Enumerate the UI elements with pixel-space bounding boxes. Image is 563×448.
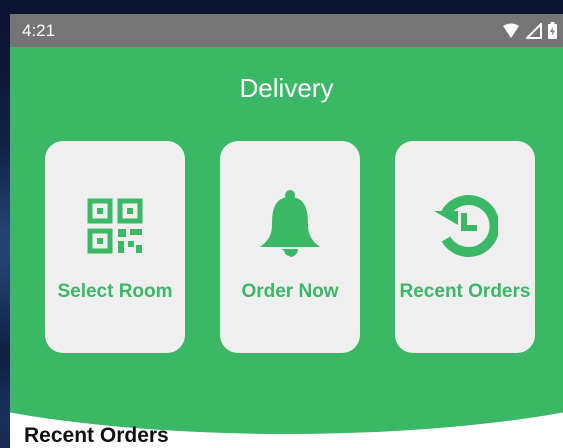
page-title: Delivery bbox=[239, 73, 334, 103]
status-time: 4:21 bbox=[22, 21, 56, 40]
history-icon bbox=[395, 191, 535, 261]
order-now-card[interactable]: Order Now bbox=[220, 141, 360, 353]
battery-charging-icon bbox=[548, 22, 557, 39]
app-window: 4:21 Delivery Select Room Order Now Rece… bbox=[10, 14, 563, 448]
recent-orders-heading: Recent Orders bbox=[24, 424, 169, 447]
qr-code-icon bbox=[45, 191, 185, 261]
recent-orders-label: Recent Orders bbox=[399, 281, 531, 302]
recent-orders-card[interactable]: Recent Orders bbox=[395, 141, 535, 353]
status-icons bbox=[502, 22, 557, 39]
signal-icon bbox=[526, 22, 542, 39]
select-room-card[interactable]: Select Room bbox=[45, 141, 185, 353]
wifi-icon bbox=[503, 23, 519, 38]
bell-icon bbox=[220, 190, 360, 261]
order-now-label: Order Now bbox=[241, 281, 339, 302]
select-room-label: Select Room bbox=[57, 281, 173, 302]
status-bar: 4:21 bbox=[10, 14, 563, 47]
